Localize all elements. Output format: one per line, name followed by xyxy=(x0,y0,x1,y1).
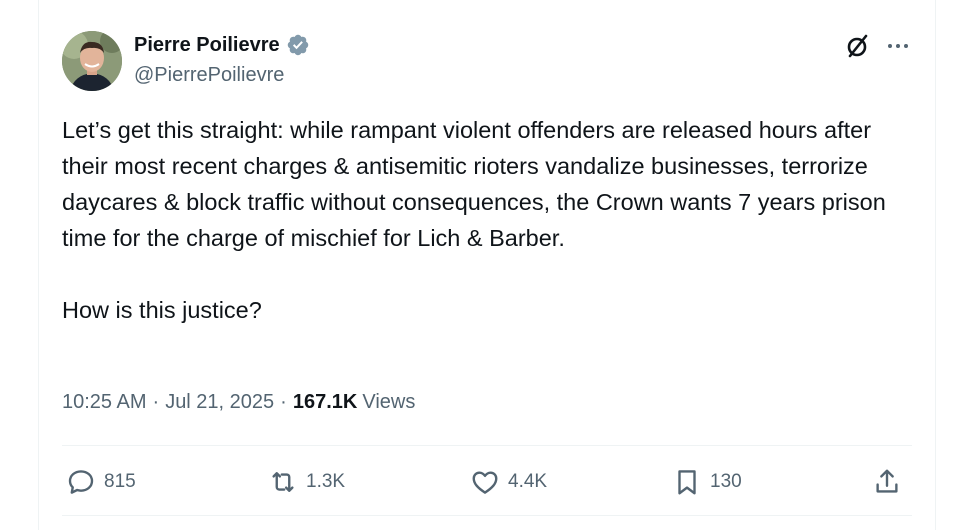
like-icon xyxy=(472,471,498,494)
avatar[interactable] xyxy=(62,31,122,91)
reply-button[interactable]: 815 xyxy=(66,462,136,502)
repost-button[interactable]: 1.3K xyxy=(268,462,345,502)
reply-icon xyxy=(68,470,94,494)
repost-count: 1.3K xyxy=(306,471,346,492)
tweet-text: Let’s get this straight: while rampant v… xyxy=(62,117,886,323)
bookmark-icon xyxy=(678,470,696,495)
author-name[interactable]: Pierre Poilievre xyxy=(134,34,280,57)
avatar-image xyxy=(62,31,122,91)
grok-icon[interactable] xyxy=(844,32,872,60)
separator-dot: · xyxy=(152,391,160,413)
repost-icon xyxy=(272,472,294,492)
author-handle[interactable]: @PierrePoilievre xyxy=(134,64,284,87)
divider-top xyxy=(62,445,912,446)
like-count: 4.4K xyxy=(508,471,548,492)
tweet-meta: 10:25 AM · Jul 21, 2025 · 167.1K Views xyxy=(62,391,415,414)
views-count: 167.1K xyxy=(292,391,358,413)
tweet-date[interactable]: Jul 21, 2025 xyxy=(165,391,274,414)
separator-dot: · xyxy=(280,391,287,413)
bookmark-button[interactable]: 130 xyxy=(672,462,742,502)
verified-icon[interactable] xyxy=(286,33,310,57)
divider-bottom xyxy=(62,515,912,516)
more-icon[interactable] xyxy=(886,40,910,52)
bookmark-count: 130 xyxy=(710,471,742,492)
action-bar: 815 1.3K 4.4K 130 xyxy=(62,462,912,502)
like-button[interactable]: 4.4K xyxy=(470,462,547,502)
share-icon xyxy=(876,469,898,493)
author-name-row: Pierre Poilievre xyxy=(134,33,310,57)
tweet-time[interactable]: 10:25 AM xyxy=(62,391,147,414)
share-button[interactable] xyxy=(872,462,902,502)
reply-count: 815 xyxy=(104,471,136,492)
views-label: Views xyxy=(362,391,416,413)
